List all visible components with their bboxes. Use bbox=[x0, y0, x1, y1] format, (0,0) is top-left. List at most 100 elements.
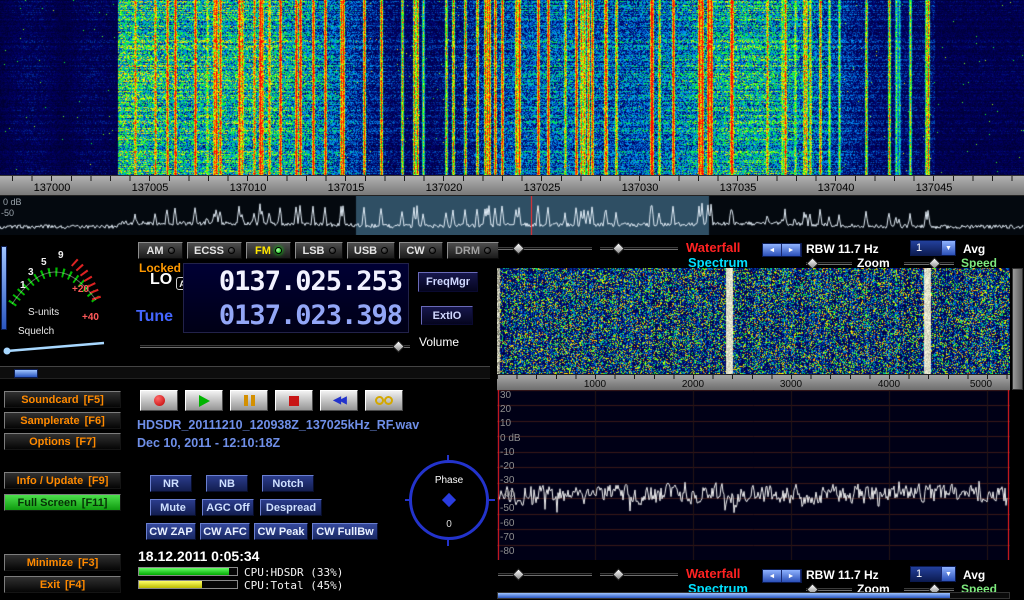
mode-button-fm[interactable]: FM bbox=[246, 242, 291, 259]
volume-slider-thumb[interactable] bbox=[392, 340, 405, 353]
audio-waterfall-display[interactable] bbox=[497, 268, 1010, 374]
mode-label: FM bbox=[255, 245, 271, 257]
waterfall-scrollbar[interactable] bbox=[1012, 268, 1023, 390]
phase-label: Phase bbox=[435, 475, 463, 486]
squelch-slider[interactable] bbox=[1, 246, 7, 330]
mode-button-usb[interactable]: USB bbox=[347, 242, 395, 259]
mode-led-icon bbox=[429, 247, 436, 254]
mute-button[interactable]: Mute bbox=[150, 499, 196, 516]
cpu-hdsdr-bar-fill bbox=[139, 568, 229, 575]
contrast-slider[interactable] bbox=[600, 247, 678, 250]
mode-led-icon bbox=[228, 247, 235, 254]
db-axis-label: 0 dB bbox=[500, 434, 536, 444]
freqmgr-label: FreqMgr bbox=[426, 276, 470, 288]
cpu-hdsdr-text: CPU:HDSDR (33%) bbox=[244, 566, 343, 579]
avg-label-top: Avg bbox=[963, 242, 985, 256]
nb-button[interactable]: NB bbox=[206, 475, 248, 492]
button-hotkey: [F9] bbox=[88, 475, 108, 487]
frequency-scale[interactable]: 137000 137005 137010 137015 137020 13702… bbox=[0, 175, 1024, 196]
mode-button-am[interactable]: AM bbox=[138, 242, 183, 259]
audio-freq-label: 5000 bbox=[970, 379, 992, 390]
contrast-slider-bottom[interactable] bbox=[600, 573, 678, 576]
stop-button[interactable] bbox=[275, 390, 313, 411]
mode-button-ecss[interactable]: ECSS bbox=[187, 242, 242, 259]
spin-right-icon[interactable]: ► bbox=[782, 244, 801, 256]
play-button[interactable] bbox=[185, 390, 223, 411]
options-button[interactable]: Options[F7] bbox=[4, 433, 121, 450]
mode-button-cw[interactable]: CW bbox=[399, 242, 443, 259]
s-meter bbox=[0, 240, 130, 360]
slider-thumb[interactable] bbox=[512, 242, 525, 255]
cw-zap-button[interactable]: CW ZAP bbox=[146, 523, 196, 540]
exit-button[interactable]: Exit[F4] bbox=[4, 576, 121, 593]
freqmgr-button[interactable]: FreqMgr bbox=[418, 272, 478, 292]
main-spectrum-display[interactable] bbox=[0, 196, 1024, 235]
rbw-spinner-bottom[interactable]: ◄ ► bbox=[762, 569, 802, 583]
nr-button[interactable]: NR bbox=[150, 475, 192, 492]
slider-thumb[interactable] bbox=[612, 242, 625, 255]
notch-button[interactable]: Notch bbox=[262, 475, 314, 492]
speed-slider-top[interactable] bbox=[904, 262, 954, 265]
tuning-scrollbar-handle[interactable] bbox=[14, 369, 38, 378]
playback-controls: ◀◀ bbox=[140, 390, 403, 411]
samplerate-button[interactable]: Samplerate[F6] bbox=[4, 412, 121, 429]
volume-slider[interactable] bbox=[140, 345, 410, 348]
lo-frequency-display[interactable]: 0137.025.253 bbox=[184, 264, 408, 298]
tune-frequency-display[interactable]: 0137.023.398 bbox=[184, 298, 408, 332]
avg-label-bottom: Avg bbox=[963, 568, 985, 582]
mode-button-drm[interactable]: DRM bbox=[447, 242, 499, 259]
audio-spectrum-display[interactable] bbox=[497, 390, 1010, 560]
slider-thumb[interactable] bbox=[612, 568, 625, 581]
avg-dropdown-bottom[interactable]: 1 ▼ bbox=[910, 566, 956, 582]
loop-button[interactable] bbox=[365, 390, 403, 411]
phase-indicator[interactable]: Phase 0 bbox=[409, 460, 489, 540]
avg-dropdown-top[interactable]: 1 ▼ bbox=[910, 240, 956, 256]
spin-left-icon[interactable]: ◄ bbox=[763, 244, 782, 256]
mode-button-lsb[interactable]: LSB bbox=[295, 242, 343, 259]
rewind-button[interactable]: ◀◀ bbox=[320, 390, 358, 411]
waterfall-label-bottom[interactable]: Waterfall bbox=[686, 566, 740, 581]
button-hotkey: [F11] bbox=[82, 497, 108, 509]
button-label: Options bbox=[29, 436, 71, 448]
soundcard-button[interactable]: Soundcard[F5] bbox=[4, 391, 121, 408]
cw-afc-button[interactable]: CW AFC bbox=[200, 523, 250, 540]
dsp-label: Mute bbox=[160, 502, 186, 514]
spin-right-icon[interactable]: ► bbox=[782, 570, 801, 582]
dropdown-arrow-icon[interactable]: ▼ bbox=[941, 241, 955, 255]
pause-button[interactable] bbox=[230, 390, 268, 411]
spin-left-icon[interactable]: ◄ bbox=[763, 570, 782, 582]
dsp-label: AGC Off bbox=[206, 502, 249, 514]
extio-label: ExtIO bbox=[433, 310, 462, 322]
db-axis-label: 10 bbox=[500, 419, 536, 429]
rf-gain-slider[interactable] bbox=[498, 247, 592, 250]
slider-thumb[interactable] bbox=[512, 568, 525, 581]
record-button[interactable] bbox=[140, 390, 178, 411]
despread-button[interactable]: Despread bbox=[260, 499, 322, 516]
recording-timestamp: Dec 10, 2011 - 12:10:18Z bbox=[137, 436, 280, 450]
rbw-spinner-top[interactable]: ◄ ► bbox=[762, 243, 802, 257]
dsp-label: CW AFC bbox=[203, 526, 247, 538]
db-axis-label: -20 bbox=[500, 462, 536, 472]
dropdown-arrow-icon[interactable]: ▼ bbox=[941, 567, 955, 581]
waterfall-label-top[interactable]: Waterfall bbox=[686, 240, 740, 255]
speed-slider-bottom[interactable] bbox=[904, 588, 954, 591]
zoom-slider-top[interactable] bbox=[806, 262, 852, 265]
fullscreen-button[interactable]: Full Screen[F11] bbox=[4, 494, 121, 511]
zoom-scrollbar[interactable] bbox=[497, 592, 1010, 599]
info-update-button[interactable]: Info / Update[F9] bbox=[4, 472, 121, 489]
tuning-scrollbar[interactable] bbox=[0, 366, 490, 379]
zoom-scrollbar-handle[interactable] bbox=[498, 593, 950, 598]
mode-led-icon bbox=[168, 247, 175, 254]
zoom-slider-bottom[interactable] bbox=[806, 588, 852, 591]
main-waterfall-display[interactable] bbox=[0, 0, 1024, 175]
dsp-label: CW FullBw bbox=[316, 526, 373, 538]
db-axis: 30 20 10 0 dB -10 -20 -30 -40 -50 -60 -7… bbox=[500, 391, 536, 557]
rbw-value-top: RBW 11.7 Hz bbox=[806, 242, 879, 256]
agc-off-button[interactable]: AGC Off bbox=[202, 499, 254, 516]
db-axis-label: -50 bbox=[500, 504, 536, 514]
minimize-button[interactable]: Minimize[F3] bbox=[4, 554, 121, 571]
cw-fullbw-button[interactable]: CW FullBw bbox=[312, 523, 378, 540]
extio-button[interactable]: ExtIO bbox=[421, 306, 473, 325]
rf-gain-slider-bottom[interactable] bbox=[498, 573, 592, 576]
cw-peak-button[interactable]: CW Peak bbox=[254, 523, 308, 540]
